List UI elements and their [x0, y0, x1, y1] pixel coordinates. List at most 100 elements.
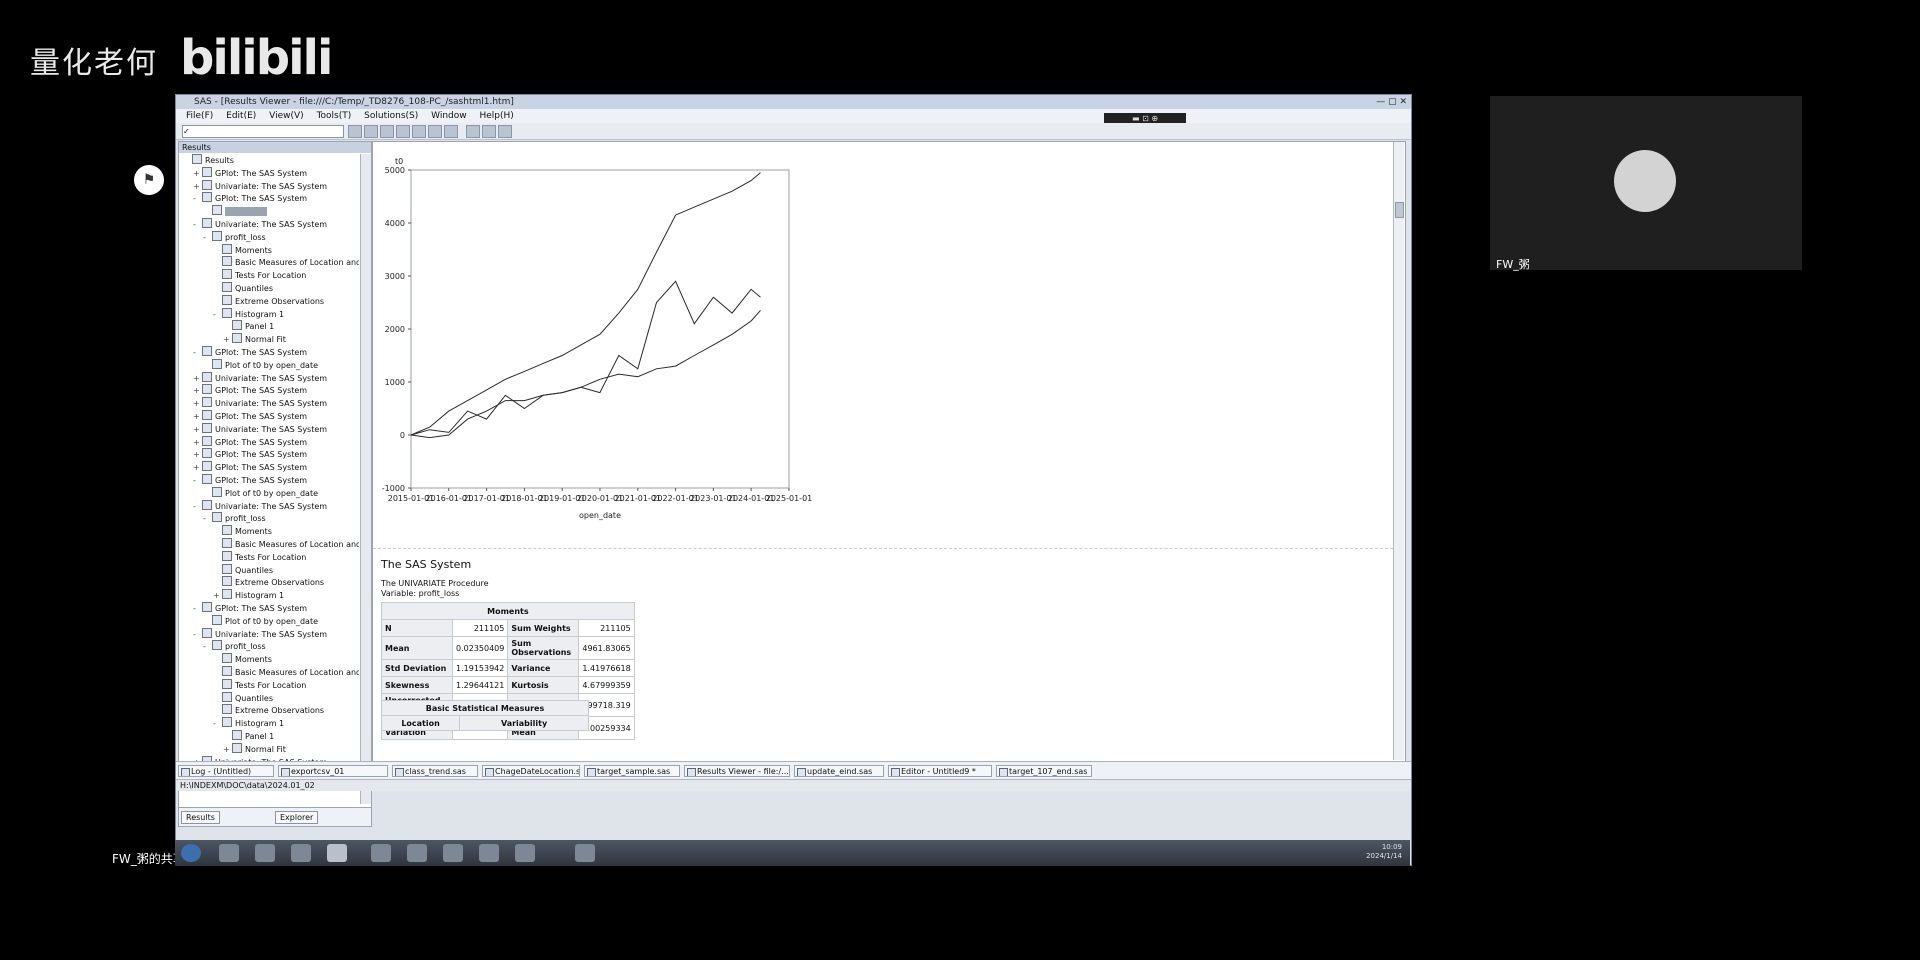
tree-item[interactable]: Tests For Location — [213, 678, 306, 691]
expand-toggle-icon[interactable]: + — [193, 462, 200, 474]
menu-edit[interactable]: Edit(E) — [226, 111, 256, 121]
menu-solutions[interactable]: Solutions(S) — [364, 111, 418, 121]
expand-toggle-icon[interactable]: + — [193, 449, 200, 461]
command-box[interactable]: ✓ — [182, 125, 344, 138]
copy-icon[interactable] — [428, 125, 442, 138]
scroll-thumb[interactable] — [1395, 202, 1404, 218]
tree-item[interactable]: - Univariate: The SAS System — [193, 218, 327, 230]
tree-item[interactable]: + Normal Fit — [223, 742, 286, 756]
tree-item[interactable]: Quantiles — [213, 563, 273, 576]
tree-item[interactable]: - profit_loss — [203, 640, 266, 652]
tree-item[interactable]: Basic Measures of Location and — [213, 538, 359, 550]
expand-toggle-icon[interactable]: + — [223, 744, 230, 756]
expand-toggle-icon[interactable]: - — [213, 718, 220, 730]
tree-item[interactable]: Tests For Location — [213, 550, 306, 563]
menu-file[interactable]: File(F) — [186, 111, 213, 121]
start-icon[interactable] — [181, 844, 201, 862]
expand-toggle-icon[interactable]: - — [193, 603, 200, 615]
tree-item[interactable]: - Univariate: The SAS System — [193, 499, 327, 513]
tree-item[interactable]: Quantiles — [213, 282, 273, 294]
taskbar-app-icon[interactable] — [291, 844, 311, 862]
expand-toggle-icon[interactable]: + — [193, 373, 200, 385]
expand-toggle-icon[interactable]: - — [193, 475, 200, 487]
expand-toggle-icon[interactable]: - — [203, 513, 210, 525]
tab-explorer[interactable]: Explorer — [275, 811, 319, 824]
tree-item[interactable]: Moments — [213, 525, 272, 537]
menu-help[interactable]: Help(H) — [480, 111, 514, 121]
tree-item[interactable]: - GPlot: The SAS System — [193, 192, 307, 204]
cut-icon[interactable] — [412, 125, 426, 138]
window-task-tab[interactable]: Editor - Untitled9 * — [888, 765, 992, 777]
expand-toggle-icon[interactable]: - — [213, 309, 220, 321]
tree-item[interactable]: + Univariate: The SAS System — [193, 422, 327, 436]
menu-window[interactable]: Window — [431, 111, 467, 121]
tree-item[interactable]: - profit_loss — [203, 512, 266, 524]
window-task-tab[interactable]: class_trend.sas — [392, 765, 478, 777]
tab-results[interactable]: Results — [181, 811, 220, 824]
expand-toggle-icon[interactable]: + — [193, 437, 200, 449]
help-icon[interactable] — [498, 125, 512, 138]
tree-item[interactable]: + Histogram 1 — [213, 589, 284, 601]
run-icon[interactable] — [466, 125, 480, 138]
window-task-tab[interactable]: Log - (Untitled) — [178, 765, 274, 777]
taskbar-app-icon[interactable] — [255, 844, 275, 862]
tree-item[interactable]: + GPlot: The SAS System — [193, 448, 307, 460]
tree-item[interactable]: - Histogram 1 — [213, 717, 284, 729]
open-icon[interactable] — [364, 125, 378, 138]
expand-toggle-icon[interactable]: + — [193, 411, 200, 423]
expand-toggle-icon[interactable]: + — [193, 181, 200, 193]
taskbar-app-icon[interactable] — [219, 844, 239, 862]
new-icon[interactable] — [348, 125, 362, 138]
stop-icon[interactable] — [482, 125, 496, 138]
tree-item[interactable]: + Univariate: The SAS System — [193, 371, 327, 385]
tree-item[interactable]: Panel 1 — [223, 730, 274, 742]
taskbar-app-icon[interactable] — [515, 844, 535, 862]
tree-item[interactable]: - Histogram 1 — [213, 307, 284, 321]
tree-item[interactable]: + GPlot: The SAS System — [193, 166, 307, 180]
expand-toggle-icon[interactable]: + — [223, 334, 230, 346]
tree-item[interactable]: - Univariate: The SAS System — [193, 627, 327, 641]
print-icon[interactable] — [396, 125, 410, 138]
expand-toggle-icon[interactable]: + — [193, 424, 200, 436]
tree-item[interactable]: Plot of t0 by open_date — [203, 486, 318, 499]
taskbar-app-icon[interactable] — [371, 844, 391, 862]
expand-toggle-icon[interactable]: - — [193, 501, 200, 513]
tree-item[interactable]: - GPlot: The SAS System — [193, 346, 307, 358]
share-tool-icon[interactable]: ⚑ — [134, 165, 164, 195]
tree-item[interactable]: Extreme Observations — [213, 704, 324, 716]
taskbar-app-icon[interactable] — [575, 844, 595, 862]
tree-item[interactable]: - profit_loss — [203, 230, 266, 244]
taskbar-app-icon[interactable] — [443, 844, 463, 862]
window-task-tab[interactable]: target_107_end.sas — [996, 765, 1092, 777]
taskbar-sas-icon[interactable] — [327, 844, 347, 862]
tree-item[interactable]: - GPlot: The SAS System — [193, 602, 307, 614]
expand-toggle-icon[interactable]: - — [203, 641, 210, 653]
tree-item[interactable]: + Univariate: The SAS System — [193, 179, 327, 193]
save-icon[interactable] — [380, 125, 394, 138]
tree-item[interactable]: Moments — [213, 653, 272, 665]
window-task-tab[interactable]: exportcsv_01 — [278, 765, 388, 777]
window-controls[interactable]: — ▢ ✕ — [1376, 95, 1407, 109]
tree-item[interactable]: Moments — [213, 243, 272, 256]
window-task-tab[interactable]: target_sample.sas — [584, 765, 680, 777]
expand-toggle-icon[interactable]: + — [193, 385, 200, 397]
tree-item[interactable]: + GPlot: The SAS System — [193, 435, 307, 449]
tree-item[interactable]: Results — [183, 154, 234, 166]
tree-item[interactable]: Plot of t0 by open_date — [203, 358, 318, 371]
expand-toggle-icon[interactable]: + — [193, 398, 200, 410]
expand-toggle-icon[interactable]: + — [193, 168, 200, 180]
tree-item[interactable]: Quantiles — [213, 691, 273, 704]
expand-toggle-icon[interactable]: - — [193, 629, 200, 641]
expand-toggle-icon[interactable]: + — [213, 590, 220, 602]
window-task-tab[interactable]: Results Viewer - file:/... — [684, 765, 790, 777]
tree-item[interactable]: Extreme Observations — [213, 576, 324, 588]
tree-item[interactable]: Plot of t0 by open_date — [203, 614, 318, 627]
menu-tools[interactable]: Tools(T) — [317, 111, 352, 121]
tree-item[interactable]: Basic Measures of Location and — [213, 256, 359, 268]
taskbar-app-icon[interactable] — [479, 844, 499, 862]
window-task-tab[interactable]: ChageDateLocation.sas — [482, 765, 580, 777]
expand-toggle-icon[interactable]: - — [193, 347, 200, 359]
paste-icon[interactable] — [444, 125, 458, 138]
expand-toggle-icon[interactable]: - — [203, 232, 210, 244]
tree-item[interactable]: + GPlot: The SAS System — [193, 461, 307, 473]
